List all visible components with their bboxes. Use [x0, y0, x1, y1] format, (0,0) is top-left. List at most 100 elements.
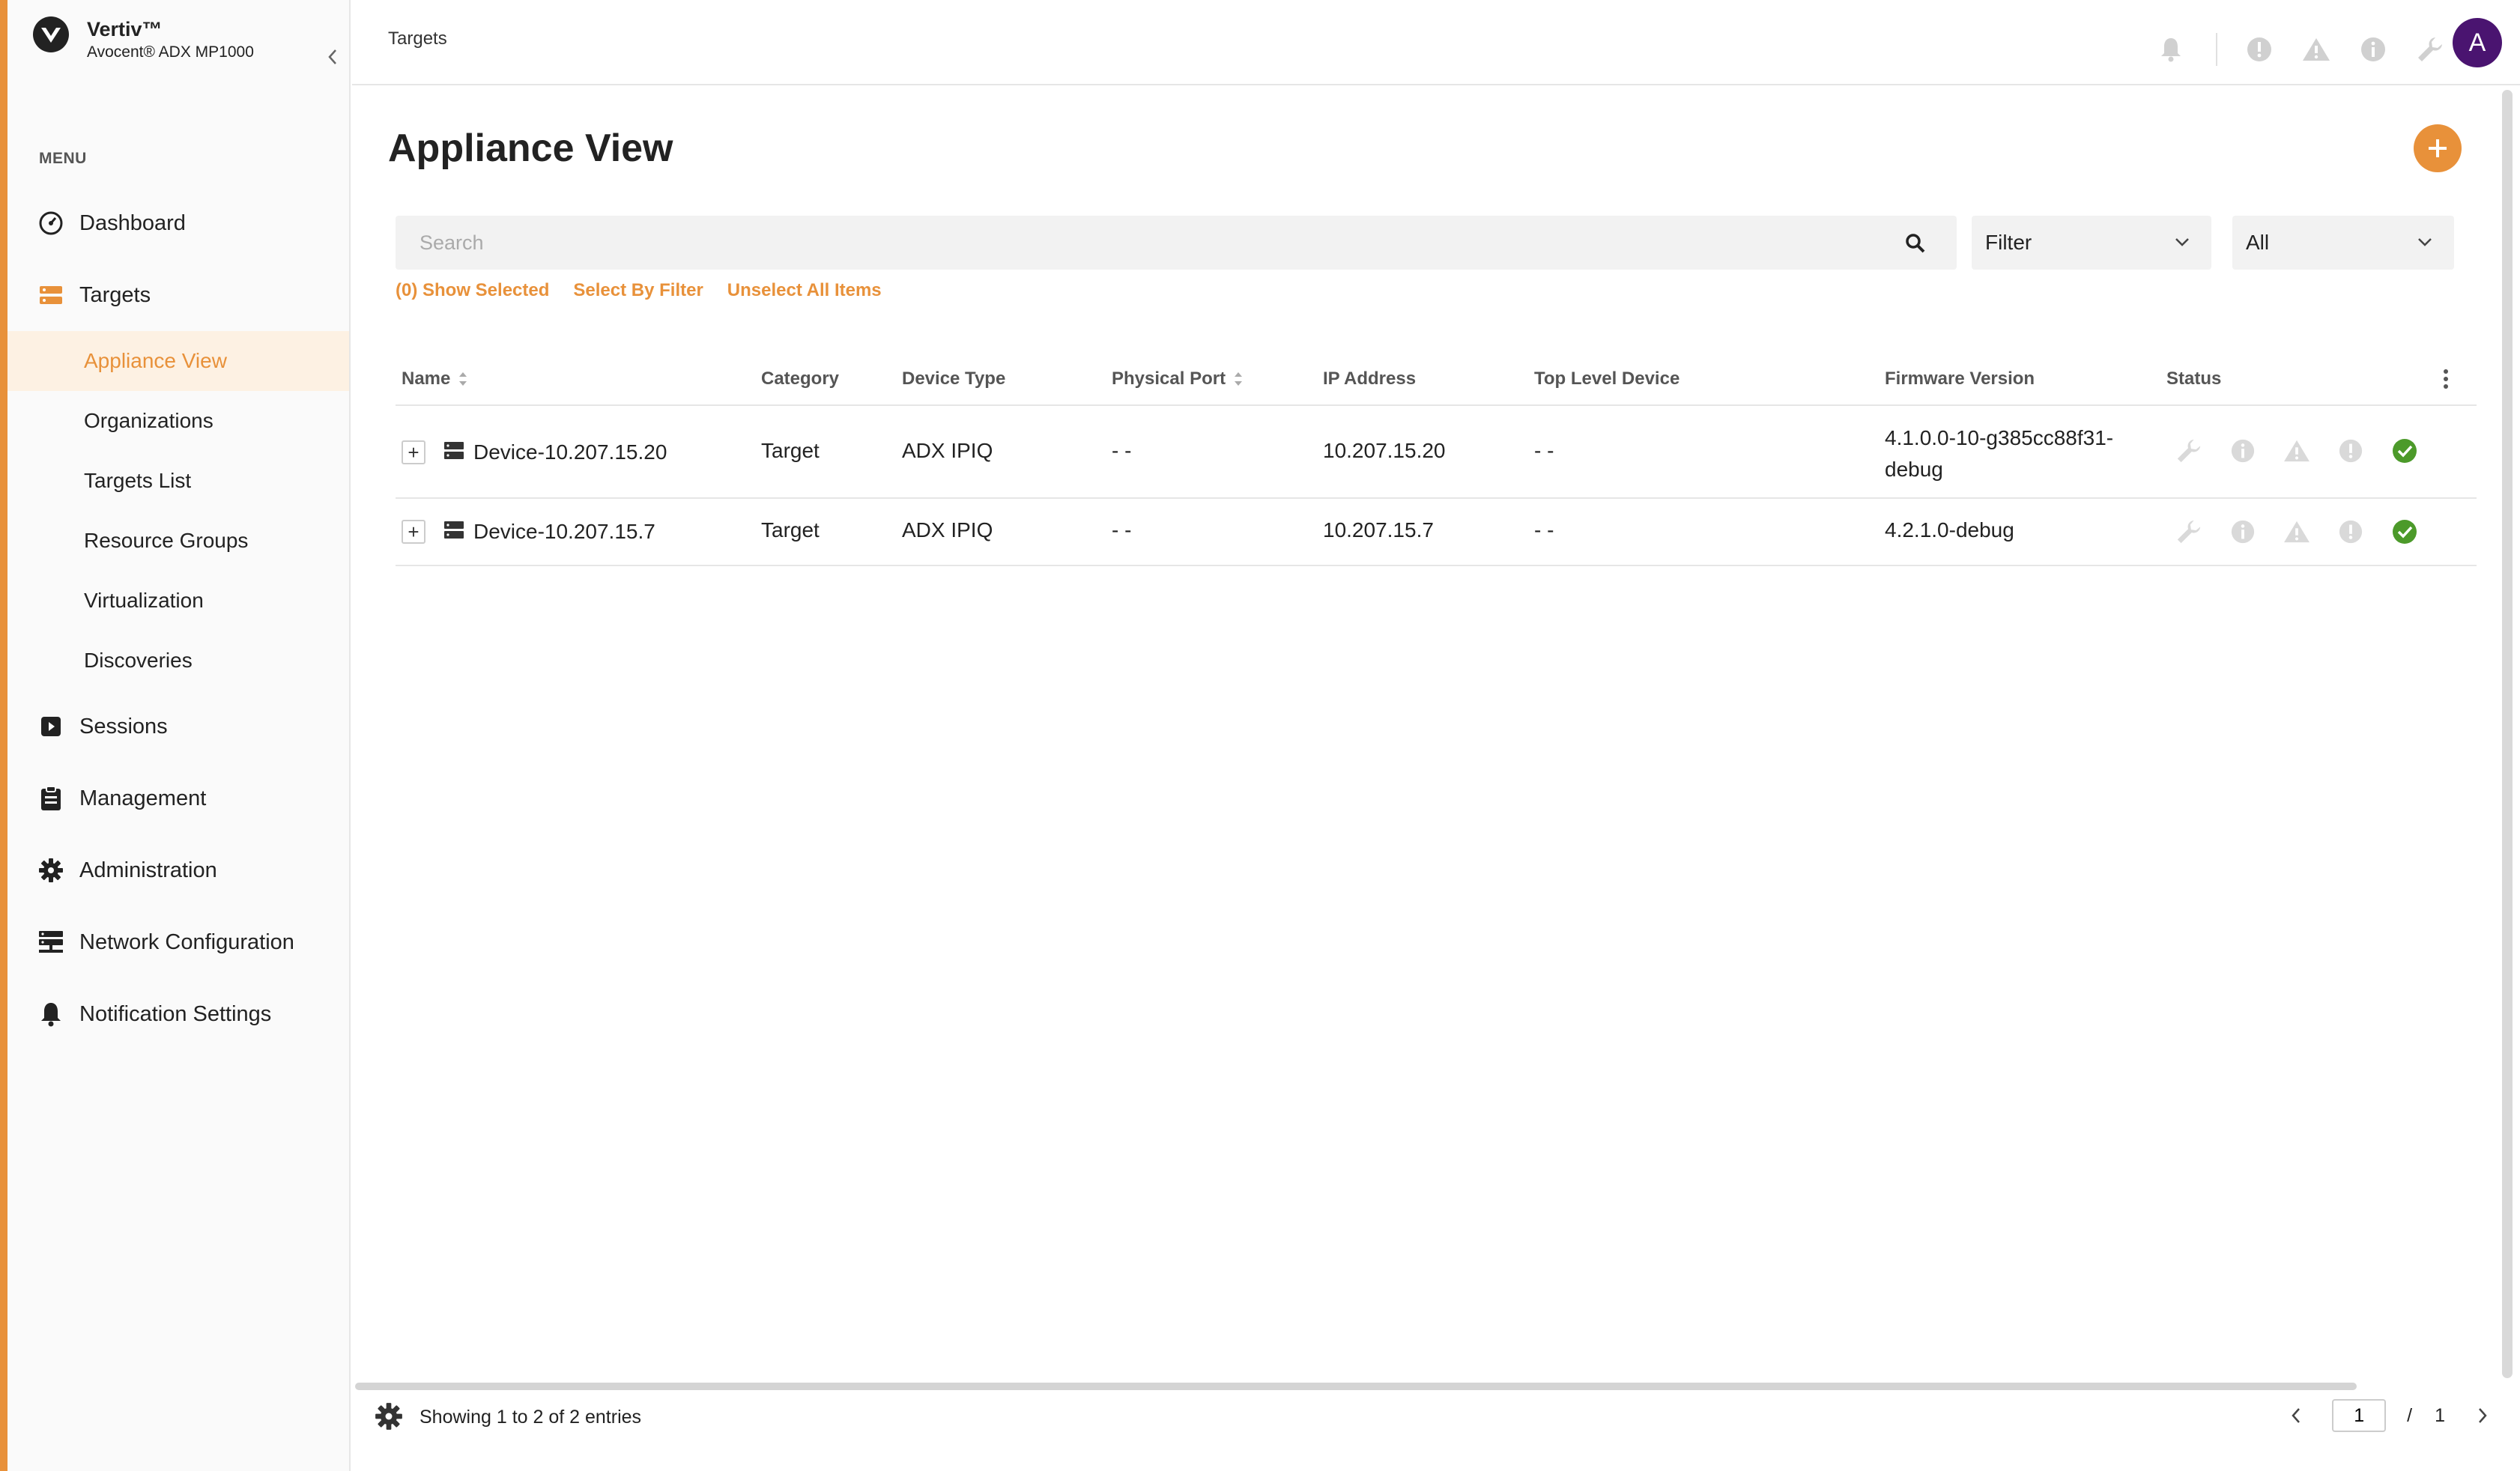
column-header-ip-address[interactable]: IP Address — [1323, 368, 1416, 389]
warning-icon — [2282, 517, 2312, 547]
column-header-name[interactable]: Name — [402, 368, 468, 389]
sidebar-item-network-configuration[interactable]: Network Configuration — [7, 906, 349, 978]
chevron-down-icon — [2418, 238, 2432, 246]
scope-select[interactable]: All — [2232, 216, 2454, 270]
vertiv-logo-icon — [33, 16, 69, 52]
selection-links: (0) Show Selected Select By Filter Unsel… — [396, 280, 906, 301]
subnav-item-virtualization[interactable]: Virtualization — [7, 571, 349, 631]
chevron-right-icon — [2479, 1408, 2487, 1423]
scope-select-value: All — [2246, 231, 2270, 254]
wrench-icon[interactable] — [2415, 34, 2445, 64]
subnav-item-resource-groups[interactable]: Resource Groups — [7, 511, 349, 571]
sidebar-accent-strip — [0, 0, 7, 1471]
brand: Vertiv™ Avocent® ADX MP1000 — [33, 16, 254, 69]
warning-icon — [2282, 436, 2312, 466]
network-icon — [37, 929, 64, 956]
subnav-item-appliance-view[interactable]: Appliance View — [7, 331, 349, 391]
table-header: Name Category Device Type Physical Port … — [396, 352, 2477, 406]
column-header-firmware-version[interactable]: Firmware Version — [1885, 368, 2035, 389]
subnav-item-targets-list[interactable]: Targets List — [7, 451, 349, 511]
targets-icon — [37, 282, 64, 309]
subnav-item-organizations[interactable]: Organizations — [7, 391, 349, 451]
total-pages: 1 — [2435, 1404, 2445, 1426]
column-header-device-type[interactable]: Device Type — [902, 368, 1005, 389]
prev-page-button[interactable] — [2281, 1401, 2311, 1431]
entries-summary: Showing 1 to 2 of 2 entries — [420, 1407, 642, 1428]
column-label: Name — [402, 368, 451, 389]
warning-icon[interactable] — [2301, 34, 2331, 64]
cell-physical-port: - - — [1112, 439, 1132, 462]
sidebar-item-notification-settings[interactable]: Notification Settings — [7, 978, 349, 1050]
show-selected-link[interactable]: (0) Show Selected — [396, 280, 549, 301]
page-number-input[interactable] — [2332, 1399, 2387, 1432]
user-avatar[interactable]: A — [2453, 18, 2502, 67]
sidebar-item-dashboard[interactable]: Dashboard — [7, 187, 349, 259]
sidebar-item-label: Dashboard — [79, 210, 186, 235]
filter-select[interactable]: Filter — [1972, 216, 2211, 270]
unselect-all-link[interactable]: Unselect All Items — [727, 280, 882, 301]
table-settings-gear-icon[interactable] — [375, 1402, 403, 1434]
table-row[interactable]: + Device-10.207.15.20 Target ADX IPIQ - … — [396, 406, 2477, 499]
sort-icon[interactable] — [1233, 369, 1244, 389]
wrench-icon — [2174, 436, 2204, 466]
status-ok-icon — [2390, 436, 2420, 466]
critical-alert-icon — [2336, 436, 2366, 466]
cell-name[interactable]: Device-10.207.15.7 — [473, 520, 655, 544]
column-options-icon[interactable] — [2442, 367, 2450, 391]
device-icon — [444, 521, 464, 539]
firmware-line: 4.1.0.0-10-g385cc88f31- — [1885, 426, 2114, 449]
horizontal-scrollbar[interactable] — [355, 1383, 2357, 1390]
notifications-bell-icon[interactable] — [2156, 34, 2186, 64]
chevron-down-icon — [2175, 238, 2189, 246]
sidebar-item-label: Notification Settings — [79, 1001, 272, 1026]
sidebar-item-label: Management — [79, 786, 207, 810]
collapse-sidebar-button[interactable] — [324, 45, 342, 69]
sidebar-item-targets[interactable]: Targets — [7, 259, 349, 331]
column-header-physical-port[interactable]: Physical Port — [1112, 368, 1244, 389]
pagination: / 1 — [2281, 1399, 2498, 1432]
subnav-item-discoveries[interactable]: Discoveries — [7, 631, 349, 691]
info-icon — [2228, 517, 2258, 547]
cell-category: Target — [761, 518, 820, 542]
sidebar-item-management[interactable]: Management — [7, 762, 349, 834]
status-ok-icon — [2390, 517, 2420, 547]
select-by-filter-link[interactable]: Select By Filter — [573, 280, 703, 301]
column-header-status[interactable]: Status — [2166, 368, 2221, 389]
expand-row-button[interactable]: + — [402, 440, 425, 464]
page-title: Appliance View — [388, 127, 673, 170]
sidebar-item-administration[interactable]: Administration — [7, 834, 349, 906]
sidebar-item-label: Targets — [79, 282, 151, 307]
breadcrumb[interactable]: Targets — [388, 28, 447, 49]
vertical-scrollbar[interactable] — [2502, 90, 2513, 1378]
column-header-top-level-device[interactable]: Top Level Device — [1534, 368, 1680, 389]
plus-icon — [2429, 139, 2447, 157]
info-icon[interactable] — [2358, 34, 2388, 64]
page-separator: / — [2407, 1404, 2413, 1426]
cell-firmware-version: 4.2.1.0-debug — [1885, 518, 2014, 542]
table-row[interactable]: + Device-10.207.15.7 Target ADX IPIQ - -… — [396, 499, 2477, 566]
product-name: Avocent® ADX MP1000 — [87, 43, 254, 61]
cell-name[interactable]: Device-10.207.15.20 — [473, 440, 667, 464]
device-icon — [444, 442, 464, 459]
critical-alert-icon — [2336, 517, 2366, 547]
row-status-icons — [2174, 436, 2444, 466]
chevron-left-icon — [2292, 1408, 2301, 1423]
filter-select-value: Filter — [1985, 231, 2032, 254]
sort-icon[interactable] — [458, 369, 468, 389]
header-divider — [2216, 33, 2217, 66]
expand-row-button[interactable]: + — [402, 520, 425, 544]
cell-firmware-version: 4.1.0.0-10-g385cc88f31- debug — [1885, 422, 2113, 485]
search-input[interactable] — [420, 231, 1888, 255]
sidebar-item-label: Sessions — [79, 714, 168, 738]
search-bar — [396, 216, 1957, 270]
add-button[interactable] — [2414, 124, 2462, 172]
cell-ip-address: 10.207.15.7 — [1323, 518, 1434, 542]
cell-top-level-device: - - — [1534, 439, 1554, 462]
next-page-button[interactable] — [2468, 1401, 2498, 1431]
dashboard-icon — [37, 210, 64, 237]
sidebar-item-sessions[interactable]: Sessions — [7, 691, 349, 762]
sidebar-nav: Dashboard Targets Appliance View Organiz… — [7, 187, 349, 1050]
search-icon[interactable] — [1904, 232, 1927, 255]
critical-alert-icon[interactable] — [2244, 34, 2274, 64]
column-header-category[interactable]: Category — [761, 368, 839, 389]
